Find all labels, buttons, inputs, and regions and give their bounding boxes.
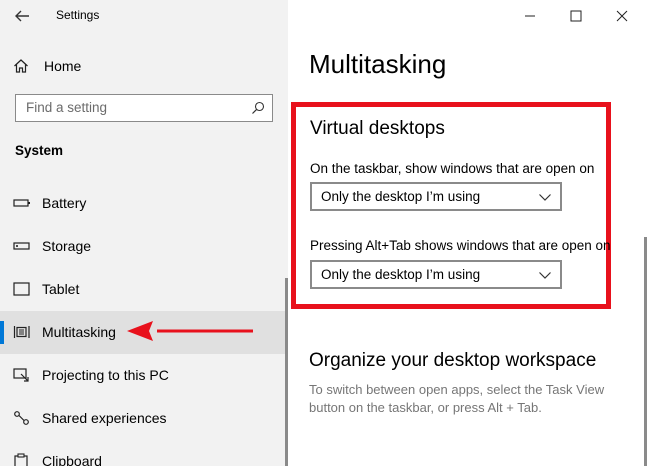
multitasking-icon bbox=[13, 326, 30, 338]
window-controls bbox=[508, 0, 648, 32]
sidebar-item-clipboard[interactable]: Clipboard bbox=[0, 440, 288, 466]
storage-icon bbox=[13, 242, 30, 250]
alttab-windows-dropdown[interactable]: Only the desktop I’m using bbox=[310, 260, 562, 289]
chevron-down-icon bbox=[539, 194, 551, 201]
content-scrollbar[interactable] bbox=[644, 237, 647, 466]
search-icon[interactable] bbox=[250, 100, 266, 116]
maximize-icon bbox=[570, 10, 582, 22]
sidebar-item-projecting[interactable]: Projecting to this PC bbox=[0, 354, 288, 397]
sidebar-item-label: Clipboard bbox=[42, 453, 102, 466]
sidebar-item-tablet[interactable]: Tablet bbox=[0, 268, 288, 311]
home-nav-item[interactable]: Home bbox=[0, 52, 288, 80]
clipboard-icon bbox=[14, 453, 28, 466]
minimize-icon bbox=[525, 15, 535, 17]
annotation-arrow-icon bbox=[127, 321, 253, 341]
minimize-button[interactable] bbox=[520, 6, 540, 26]
sidebar-item-label: Tablet bbox=[42, 281, 80, 297]
home-label: Home bbox=[44, 58, 82, 74]
page-title: Multitasking bbox=[309, 49, 447, 79]
close-icon bbox=[616, 10, 628, 22]
sidebar-item-label: Projecting to this PC bbox=[42, 367, 169, 383]
sidebar-item-label: Shared experiences bbox=[42, 410, 167, 426]
organize-workspace-description: To switch between open apps, select the … bbox=[309, 382, 605, 415]
projecting-icon bbox=[13, 368, 29, 382]
taskbar-setting-label: On the taskbar, show windows that are op… bbox=[310, 161, 595, 176]
section-title: System bbox=[15, 143, 64, 158]
organize-workspace-title: Organize your desktop workspace bbox=[309, 350, 597, 371]
sidebar-item-label: Multitasking bbox=[42, 324, 116, 340]
sidebar: Settings Home Find a setting System Batt… bbox=[0, 0, 288, 466]
sidebar-item-shared-experiences[interactable]: Shared experiences bbox=[0, 397, 288, 440]
maximize-button[interactable] bbox=[566, 6, 586, 26]
active-indicator bbox=[0, 321, 4, 344]
search-input[interactable]: Find a setting bbox=[15, 94, 273, 122]
sidebar-item-battery[interactable]: Battery bbox=[0, 182, 288, 225]
sidebar-item-label: Storage bbox=[42, 238, 92, 254]
dropdown-value: Only the desktop I’m using bbox=[321, 189, 481, 204]
sidebar-item-label: Battery bbox=[42, 195, 87, 211]
back-button[interactable] bbox=[10, 4, 34, 28]
sidebar-scrollbar[interactable] bbox=[285, 278, 288, 466]
home-icon bbox=[14, 59, 28, 73]
dropdown-value: Only the desktop I’m using bbox=[321, 267, 481, 282]
virtual-desktops-title: Virtual desktops bbox=[310, 118, 445, 139]
titlebar: Settings bbox=[0, 0, 288, 32]
chevron-down-icon bbox=[539, 272, 551, 279]
back-arrow-icon bbox=[15, 10, 29, 22]
sidebar-item-storage[interactable]: Storage bbox=[0, 225, 288, 268]
app-title: Settings bbox=[56, 8, 100, 22]
taskbar-windows-dropdown[interactable]: Only the desktop I’m using bbox=[310, 182, 562, 211]
tablet-icon bbox=[13, 282, 30, 296]
battery-icon bbox=[13, 199, 30, 207]
search-placeholder: Find a setting bbox=[26, 100, 108, 115]
close-button[interactable] bbox=[612, 6, 632, 26]
shared-experiences-icon bbox=[14, 411, 29, 425]
alttab-setting-label: Pressing Alt+Tab shows windows that are … bbox=[310, 238, 611, 253]
